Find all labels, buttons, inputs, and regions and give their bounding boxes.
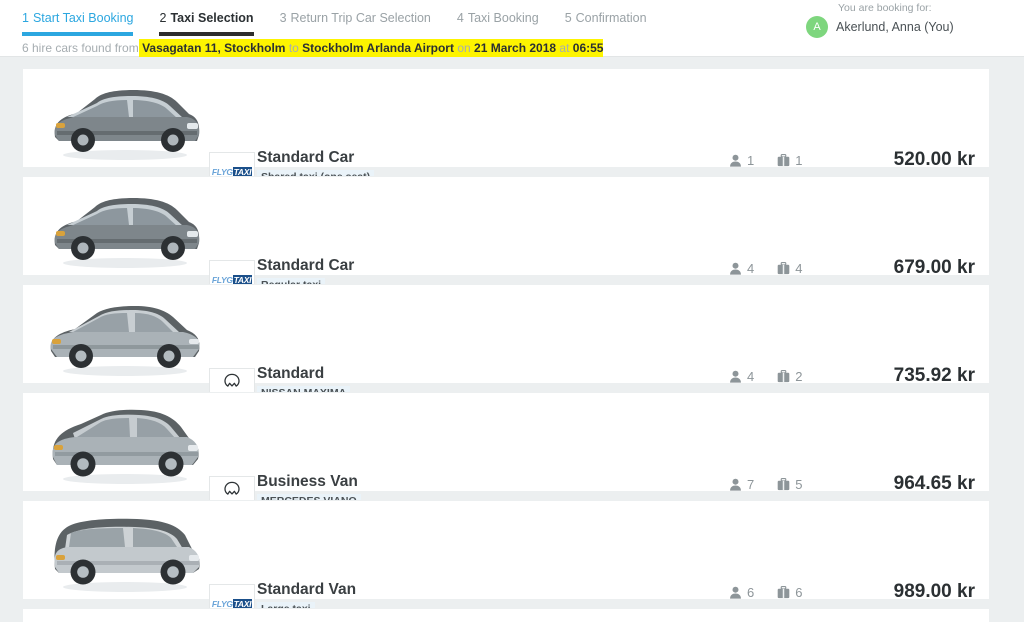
passenger-capacity: 1	[728, 153, 754, 168]
passenger-count: 4	[747, 261, 755, 276]
summary-time: 06:55	[572, 41, 604, 55]
luggage-count: 6	[795, 585, 803, 600]
capacity-group: 1 1	[728, 153, 824, 168]
summary-destination: Stockholm Arlanda Airport	[302, 41, 454, 55]
passenger-count: 7	[747, 477, 755, 492]
person-icon	[730, 154, 741, 167]
car-price: 679.00 kr	[893, 257, 975, 278]
passenger-count: 1	[747, 153, 755, 168]
luggage-icon	[777, 369, 790, 383]
step-taxi-selection[interactable]: 2 Taxi Selection	[159, 11, 254, 36]
passenger-count: 6	[747, 585, 755, 600]
car-title: Standard Car	[257, 149, 355, 166]
summary-count: 6 hire cars found from	[22, 41, 139, 55]
car-price: 735.92 kr	[893, 365, 975, 386]
luggage-capacity: 5	[776, 477, 802, 492]
search-summary: 6 hire cars found from Vasagatan 11, Sto…	[22, 39, 604, 57]
table-row-partial[interactable]	[22, 608, 990, 622]
step-label: Taxi Selection	[170, 11, 254, 25]
person-icon	[730, 262, 741, 275]
car-title: Standard	[257, 365, 325, 382]
luggage-capacity: 6	[776, 585, 802, 600]
table-row[interactable]: FLYGTAXI Standard Car Shared taxi (one s…	[22, 68, 990, 234]
person-icon	[730, 370, 741, 383]
car-title: Business Van	[257, 473, 358, 490]
step-number: 5	[564, 11, 572, 25]
car-price: 520.00 kr	[893, 149, 975, 170]
step-confirmation[interactable]: 5 Confirmation	[565, 11, 647, 36]
step-label: Confirmation	[575, 11, 647, 25]
table-row[interactable]: MYCAB Standard NISSAN MAXIMA (****) 4 2 …	[22, 284, 990, 445]
taxi-selection-page: 1 Start Taxi Booking 2 Taxi Selection 3 Ret…	[0, 0, 1024, 622]
page-header: 1 Start Taxi Booking 2 Taxi Selection 3 Ret…	[0, 0, 1024, 57]
step-taxi-booking[interactable]: 4 Taxi Booking	[457, 11, 539, 36]
avatar: A	[806, 16, 828, 38]
hire-car-list[interactable]: FLYGTAXI Standard Car Shared taxi (one s…	[0, 58, 1024, 622]
step-number: 3	[279, 11, 287, 25]
table-row[interactable]: FLYGTAXI Standard Car Regular taxi (****…	[22, 176, 990, 342]
car-photo-sedan	[37, 289, 207, 381]
capacity-group: 7 5	[728, 477, 824, 492]
luggage-count: 1	[795, 153, 803, 168]
luggage-icon	[777, 477, 790, 491]
step-number: 4	[456, 11, 464, 25]
step-number: 2	[159, 11, 167, 25]
luggage-icon	[777, 153, 790, 167]
passenger-capacity: 4	[728, 369, 754, 384]
step-start-taxi-booking[interactable]: 1 Start Taxi Booking	[22, 11, 134, 36]
luggage-capacity: 1	[776, 153, 802, 168]
booking-for-name: Akerlund, Anna (You)	[836, 20, 954, 34]
passenger-capacity: 6	[728, 585, 754, 600]
car-photo-estate	[37, 181, 207, 273]
car-price: 989.00 kr	[893, 581, 975, 602]
luggage-count: 2	[795, 369, 803, 384]
table-row[interactable]: FLYGTAXI Standard Van Large taxi (****) …	[22, 500, 990, 622]
car-price: 964.65 kr	[893, 473, 975, 494]
passenger-capacity: 7	[728, 477, 754, 492]
person-icon	[730, 586, 741, 599]
car-photo-estate	[37, 73, 207, 165]
summary-at-word: at	[559, 41, 570, 55]
summary-to-word: to	[288, 41, 299, 55]
luggage-capacity: 4	[776, 261, 802, 276]
car-title: Standard Van	[257, 581, 357, 598]
step-return-trip-car-selection[interactable]: 3 Return Trip Car Selection	[280, 11, 431, 36]
person-icon	[730, 478, 741, 491]
booking-for-panel: You are booking for: A Akerlund, Anna (Y…	[806, 2, 1006, 38]
luggage-icon	[777, 261, 790, 275]
car-photo-van	[37, 397, 207, 489]
step-number: 1	[22, 11, 29, 25]
booking-for-label: You are booking for:	[838, 2, 932, 14]
booking-step-nav: 1 Start Taxi Booking 2 Taxi Selection 3 Ret…	[22, 11, 673, 36]
step-label: Return Trip Car Selection	[290, 11, 431, 25]
summary-highlight: Vasagatan 11, Stockholm to Stockholm Arl…	[138, 39, 604, 57]
step-label: Start Taxi Booking	[32, 11, 134, 25]
booking-for-user[interactable]: A Akerlund, Anna (You)	[806, 16, 1006, 38]
car-title: Standard Car	[257, 257, 355, 274]
passenger-count: 4	[747, 369, 755, 384]
table-row[interactable]: MYCAB Business Van MERCEDES VIANO (****)…	[22, 392, 990, 553]
passenger-capacity: 4	[728, 261, 754, 276]
step-label: Taxi Booking	[467, 11, 539, 25]
summary-date: 21 March 2018	[474, 41, 557, 55]
capacity-group: 6 6	[728, 585, 824, 600]
luggage-icon	[777, 585, 790, 599]
summary-origin: Vasagatan 11, Stockholm	[142, 41, 286, 55]
luggage-count: 5	[795, 477, 803, 492]
summary-on-word: on	[457, 41, 471, 55]
luggage-count: 4	[795, 261, 803, 276]
car-photo-minibus	[37, 505, 207, 597]
luggage-capacity: 2	[776, 369, 802, 384]
capacity-group: 4 4	[728, 261, 824, 276]
capacity-group: 4 2	[728, 369, 824, 384]
